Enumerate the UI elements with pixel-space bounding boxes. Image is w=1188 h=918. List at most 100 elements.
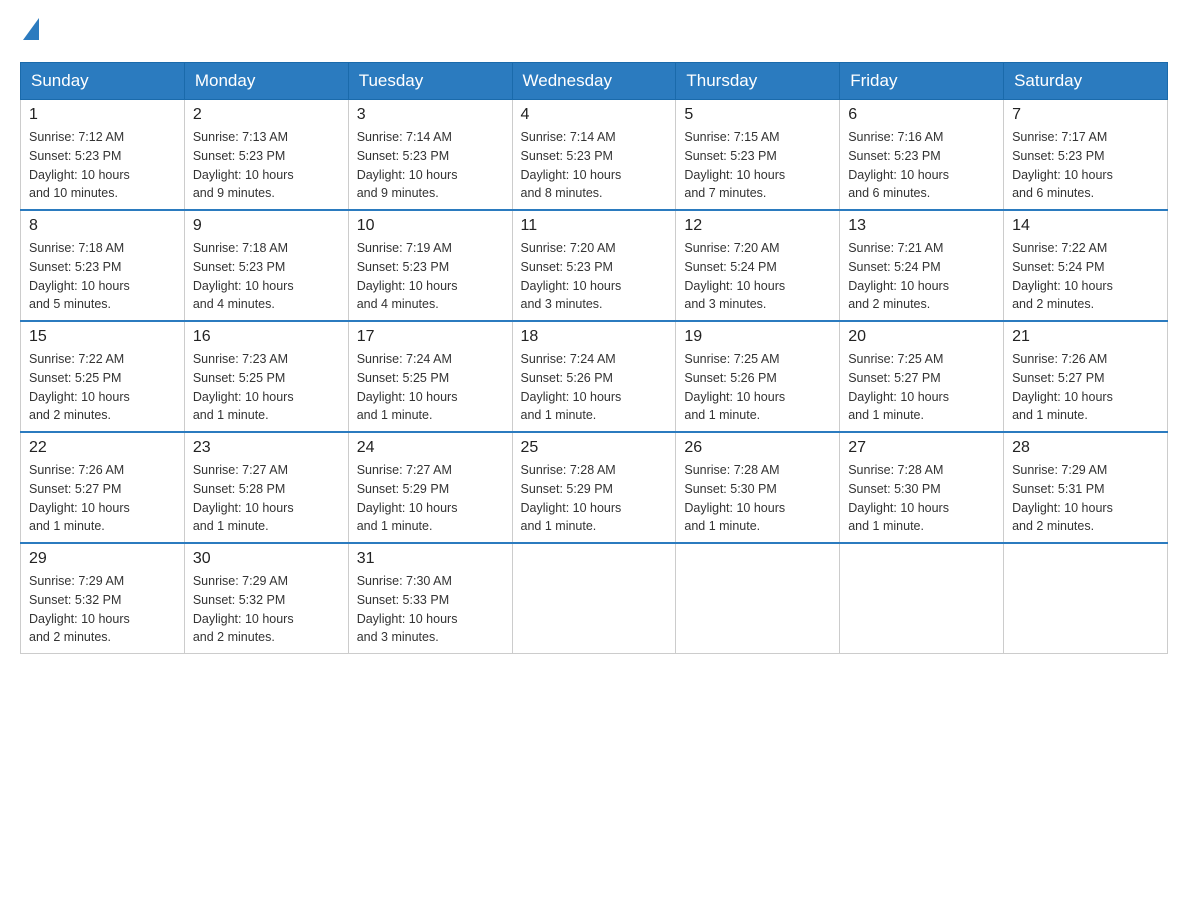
day-info: Sunrise: 7:14 AMSunset: 5:23 PMDaylight:… (521, 128, 668, 203)
calendar-day-cell: 15 Sunrise: 7:22 AMSunset: 5:25 PMDaylig… (21, 321, 185, 432)
day-number: 12 (684, 217, 831, 235)
day-info: Sunrise: 7:17 AMSunset: 5:23 PMDaylight:… (1012, 128, 1159, 203)
calendar-day-cell: 13 Sunrise: 7:21 AMSunset: 5:24 PMDaylig… (840, 210, 1004, 321)
day-info: Sunrise: 7:22 AMSunset: 5:25 PMDaylight:… (29, 350, 176, 425)
calendar-day-cell: 4 Sunrise: 7:14 AMSunset: 5:23 PMDayligh… (512, 100, 676, 211)
day-info: Sunrise: 7:16 AMSunset: 5:23 PMDaylight:… (848, 128, 995, 203)
calendar-day-cell: 18 Sunrise: 7:24 AMSunset: 5:26 PMDaylig… (512, 321, 676, 432)
day-number: 21 (1012, 328, 1159, 346)
calendar-day-cell: 2 Sunrise: 7:13 AMSunset: 5:23 PMDayligh… (184, 100, 348, 211)
day-info: Sunrise: 7:26 AMSunset: 5:27 PMDaylight:… (1012, 350, 1159, 425)
day-number: 16 (193, 328, 340, 346)
day-number: 20 (848, 328, 995, 346)
weekday-header-monday: Monday (184, 63, 348, 100)
calendar-day-cell: 3 Sunrise: 7:14 AMSunset: 5:23 PMDayligh… (348, 100, 512, 211)
day-info: Sunrise: 7:29 AMSunset: 5:32 PMDaylight:… (193, 572, 340, 647)
day-number: 4 (521, 106, 668, 124)
calendar-day-cell: 20 Sunrise: 7:25 AMSunset: 5:27 PMDaylig… (840, 321, 1004, 432)
day-number: 13 (848, 217, 995, 235)
calendar-day-cell: 29 Sunrise: 7:29 AMSunset: 5:32 PMDaylig… (21, 543, 185, 654)
day-info: Sunrise: 7:15 AMSunset: 5:23 PMDaylight:… (684, 128, 831, 203)
day-number: 29 (29, 550, 176, 568)
calendar-day-cell: 6 Sunrise: 7:16 AMSunset: 5:23 PMDayligh… (840, 100, 1004, 211)
day-number: 25 (521, 439, 668, 457)
calendar-day-cell: 17 Sunrise: 7:24 AMSunset: 5:25 PMDaylig… (348, 321, 512, 432)
day-info: Sunrise: 7:27 AMSunset: 5:29 PMDaylight:… (357, 461, 504, 536)
day-number: 30 (193, 550, 340, 568)
calendar-day-cell: 27 Sunrise: 7:28 AMSunset: 5:30 PMDaylig… (840, 432, 1004, 543)
day-info: Sunrise: 7:12 AMSunset: 5:23 PMDaylight:… (29, 128, 176, 203)
calendar-table: SundayMondayTuesdayWednesdayThursdayFrid… (20, 62, 1168, 654)
day-info: Sunrise: 7:21 AMSunset: 5:24 PMDaylight:… (848, 239, 995, 314)
day-number: 1 (29, 106, 176, 124)
calendar-day-cell: 28 Sunrise: 7:29 AMSunset: 5:31 PMDaylig… (1004, 432, 1168, 543)
day-info: Sunrise: 7:18 AMSunset: 5:23 PMDaylight:… (193, 239, 340, 314)
calendar-day-cell: 11 Sunrise: 7:20 AMSunset: 5:23 PMDaylig… (512, 210, 676, 321)
day-info: Sunrise: 7:20 AMSunset: 5:24 PMDaylight:… (684, 239, 831, 314)
calendar-day-cell: 25 Sunrise: 7:28 AMSunset: 5:29 PMDaylig… (512, 432, 676, 543)
day-number: 22 (29, 439, 176, 457)
day-number: 28 (1012, 439, 1159, 457)
day-number: 24 (357, 439, 504, 457)
calendar-day-cell: 26 Sunrise: 7:28 AMSunset: 5:30 PMDaylig… (676, 432, 840, 543)
weekday-header-friday: Friday (840, 63, 1004, 100)
day-info: Sunrise: 7:20 AMSunset: 5:23 PMDaylight:… (521, 239, 668, 314)
calendar-day-cell: 12 Sunrise: 7:20 AMSunset: 5:24 PMDaylig… (676, 210, 840, 321)
day-info: Sunrise: 7:24 AMSunset: 5:26 PMDaylight:… (521, 350, 668, 425)
calendar-empty-cell (840, 543, 1004, 654)
calendar-day-cell: 7 Sunrise: 7:17 AMSunset: 5:23 PMDayligh… (1004, 100, 1168, 211)
day-info: Sunrise: 7:27 AMSunset: 5:28 PMDaylight:… (193, 461, 340, 536)
day-number: 26 (684, 439, 831, 457)
day-number: 23 (193, 439, 340, 457)
day-info: Sunrise: 7:28 AMSunset: 5:30 PMDaylight:… (848, 461, 995, 536)
day-number: 7 (1012, 106, 1159, 124)
day-info: Sunrise: 7:24 AMSunset: 5:25 PMDaylight:… (357, 350, 504, 425)
day-number: 31 (357, 550, 504, 568)
day-number: 19 (684, 328, 831, 346)
day-info: Sunrise: 7:22 AMSunset: 5:24 PMDaylight:… (1012, 239, 1159, 314)
day-number: 27 (848, 439, 995, 457)
day-number: 8 (29, 217, 176, 235)
calendar-week-row: 15 Sunrise: 7:22 AMSunset: 5:25 PMDaylig… (21, 321, 1168, 432)
page-header (20, 20, 1168, 42)
calendar-day-cell: 21 Sunrise: 7:26 AMSunset: 5:27 PMDaylig… (1004, 321, 1168, 432)
day-number: 5 (684, 106, 831, 124)
calendar-day-cell: 23 Sunrise: 7:27 AMSunset: 5:28 PMDaylig… (184, 432, 348, 543)
weekday-header-wednesday: Wednesday (512, 63, 676, 100)
calendar-day-cell: 30 Sunrise: 7:29 AMSunset: 5:32 PMDaylig… (184, 543, 348, 654)
logo-triangle-icon (23, 18, 39, 40)
logo (20, 20, 39, 42)
calendar-day-cell: 22 Sunrise: 7:26 AMSunset: 5:27 PMDaylig… (21, 432, 185, 543)
calendar-day-cell: 10 Sunrise: 7:19 AMSunset: 5:23 PMDaylig… (348, 210, 512, 321)
day-info: Sunrise: 7:28 AMSunset: 5:30 PMDaylight:… (684, 461, 831, 536)
calendar-day-cell: 8 Sunrise: 7:18 AMSunset: 5:23 PMDayligh… (21, 210, 185, 321)
day-info: Sunrise: 7:29 AMSunset: 5:32 PMDaylight:… (29, 572, 176, 647)
day-info: Sunrise: 7:25 AMSunset: 5:26 PMDaylight:… (684, 350, 831, 425)
day-info: Sunrise: 7:23 AMSunset: 5:25 PMDaylight:… (193, 350, 340, 425)
day-number: 11 (521, 217, 668, 235)
day-info: Sunrise: 7:25 AMSunset: 5:27 PMDaylight:… (848, 350, 995, 425)
day-info: Sunrise: 7:19 AMSunset: 5:23 PMDaylight:… (357, 239, 504, 314)
day-number: 15 (29, 328, 176, 346)
calendar-day-cell: 5 Sunrise: 7:15 AMSunset: 5:23 PMDayligh… (676, 100, 840, 211)
day-info: Sunrise: 7:29 AMSunset: 5:31 PMDaylight:… (1012, 461, 1159, 536)
day-number: 10 (357, 217, 504, 235)
weekday-header-row: SundayMondayTuesdayWednesdayThursdayFrid… (21, 63, 1168, 100)
weekday-header-sunday: Sunday (21, 63, 185, 100)
calendar-week-row: 22 Sunrise: 7:26 AMSunset: 5:27 PMDaylig… (21, 432, 1168, 543)
calendar-week-row: 29 Sunrise: 7:29 AMSunset: 5:32 PMDaylig… (21, 543, 1168, 654)
day-number: 6 (848, 106, 995, 124)
day-number: 2 (193, 106, 340, 124)
calendar-empty-cell (676, 543, 840, 654)
day-number: 14 (1012, 217, 1159, 235)
day-info: Sunrise: 7:28 AMSunset: 5:29 PMDaylight:… (521, 461, 668, 536)
day-info: Sunrise: 7:13 AMSunset: 5:23 PMDaylight:… (193, 128, 340, 203)
day-info: Sunrise: 7:14 AMSunset: 5:23 PMDaylight:… (357, 128, 504, 203)
day-number: 17 (357, 328, 504, 346)
calendar-day-cell: 31 Sunrise: 7:30 AMSunset: 5:33 PMDaylig… (348, 543, 512, 654)
calendar-week-row: 8 Sunrise: 7:18 AMSunset: 5:23 PMDayligh… (21, 210, 1168, 321)
calendar-day-cell: 19 Sunrise: 7:25 AMSunset: 5:26 PMDaylig… (676, 321, 840, 432)
day-info: Sunrise: 7:30 AMSunset: 5:33 PMDaylight:… (357, 572, 504, 647)
day-number: 9 (193, 217, 340, 235)
calendar-week-row: 1 Sunrise: 7:12 AMSunset: 5:23 PMDayligh… (21, 100, 1168, 211)
